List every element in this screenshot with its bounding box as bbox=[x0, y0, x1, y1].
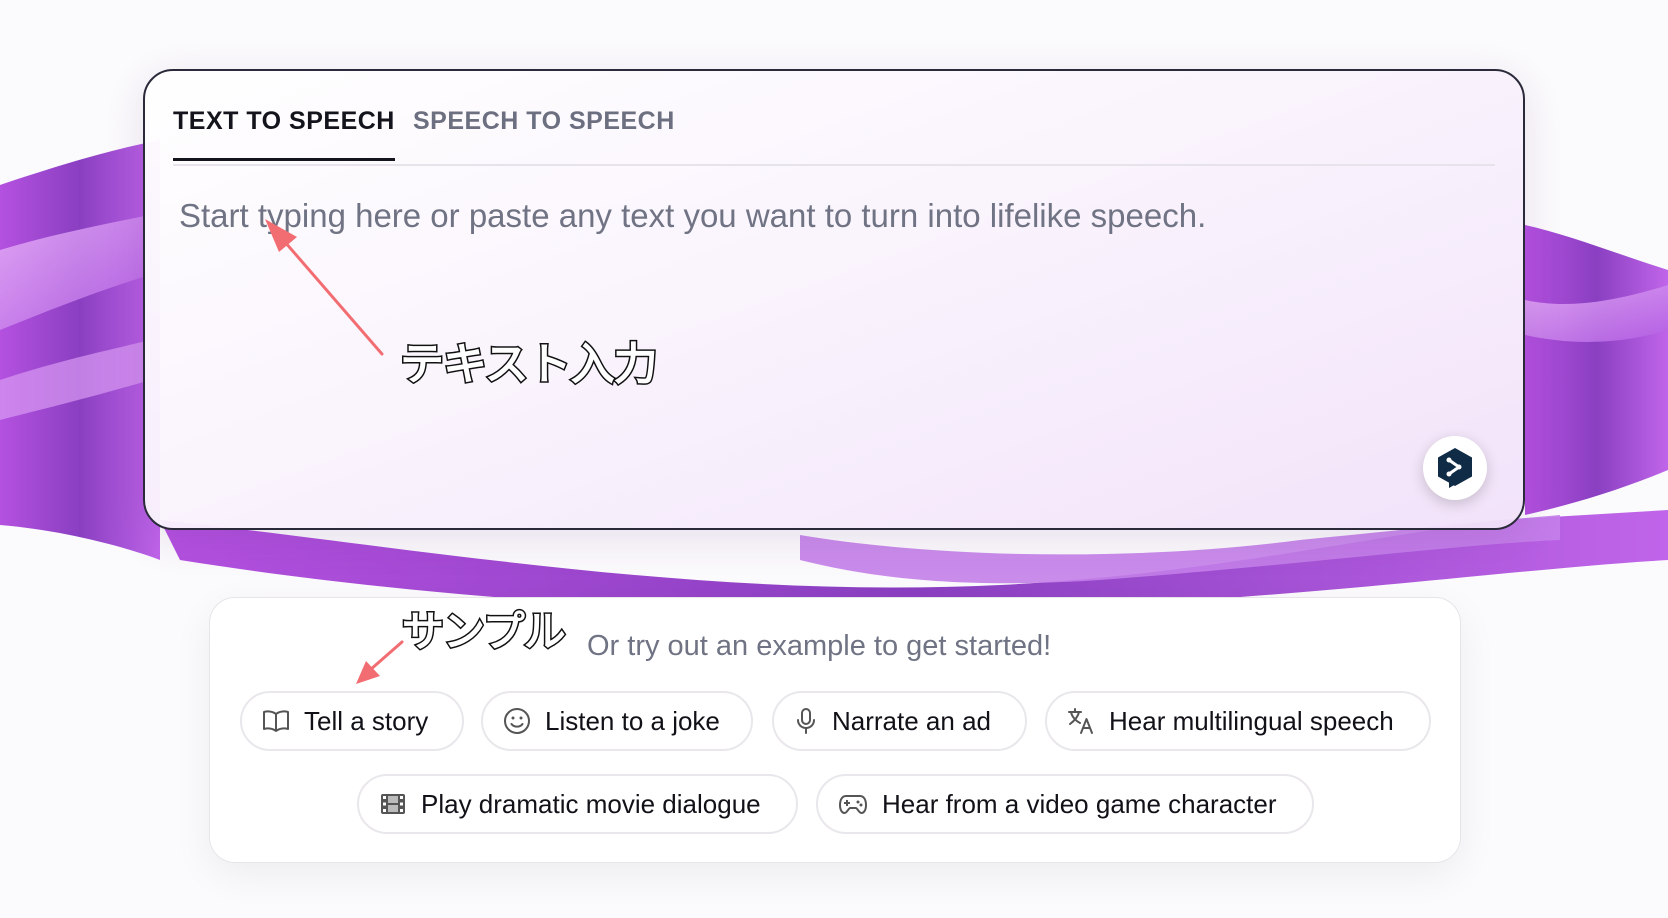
chip-label: Narrate an ad bbox=[832, 705, 991, 736]
examples-heading: Or try out an example to get started! bbox=[587, 630, 1052, 662]
logo-button[interactable] bbox=[1423, 436, 1487, 500]
chip-narrate-an-ad[interactable]: Narrate an ad bbox=[772, 691, 1027, 751]
book-icon bbox=[263, 710, 289, 732]
mode-tabs: TEXT TO SPEECH SPEECH TO SPEECH bbox=[173, 71, 1495, 166]
tts-card: TEXT TO SPEECH SPEECH TO SPEECH bbox=[143, 69, 1525, 530]
chip-label: Listen to a joke bbox=[545, 705, 720, 736]
tab-speech-to-speech[interactable]: SPEECH TO SPEECH bbox=[413, 107, 675, 158]
translate-icon bbox=[1068, 708, 1093, 734]
chip-label: Hear multilingual speech bbox=[1109, 705, 1394, 736]
gamepad-icon bbox=[839, 795, 867, 814]
film-icon bbox=[381, 794, 405, 814]
microphone-icon bbox=[797, 708, 815, 734]
examples-card: Or try out an example to get started! Te… bbox=[209, 597, 1461, 863]
chip-hear-from-a-video-game-character[interactable]: Hear from a video game character bbox=[816, 774, 1314, 834]
chip-label: Hear from a video game character bbox=[882, 788, 1277, 819]
annotation-text-input-label: テキスト入力 bbox=[399, 338, 660, 392]
tab-text-to-speech[interactable]: TEXT TO SPEECH bbox=[173, 107, 395, 161]
chip-listen-to-a-joke[interactable]: Listen to a joke bbox=[481, 691, 753, 751]
chip-label: Play dramatic movie dialogue bbox=[421, 788, 761, 819]
smiley-icon bbox=[504, 708, 530, 734]
chip-label: Tell a story bbox=[304, 705, 429, 736]
chip-play-dramatic-movie-dialogue[interactable]: Play dramatic movie dialogue bbox=[357, 774, 798, 834]
text-input[interactable] bbox=[179, 197, 1469, 447]
chip-tell-a-story[interactable]: Tell a story bbox=[240, 691, 464, 751]
chip-hear-multilingual-speech[interactable]: Hear multilingual speech bbox=[1045, 691, 1431, 751]
hexagon-logo-icon bbox=[1438, 448, 1472, 488]
annotation-sample-label: サンプル bbox=[401, 606, 568, 658]
